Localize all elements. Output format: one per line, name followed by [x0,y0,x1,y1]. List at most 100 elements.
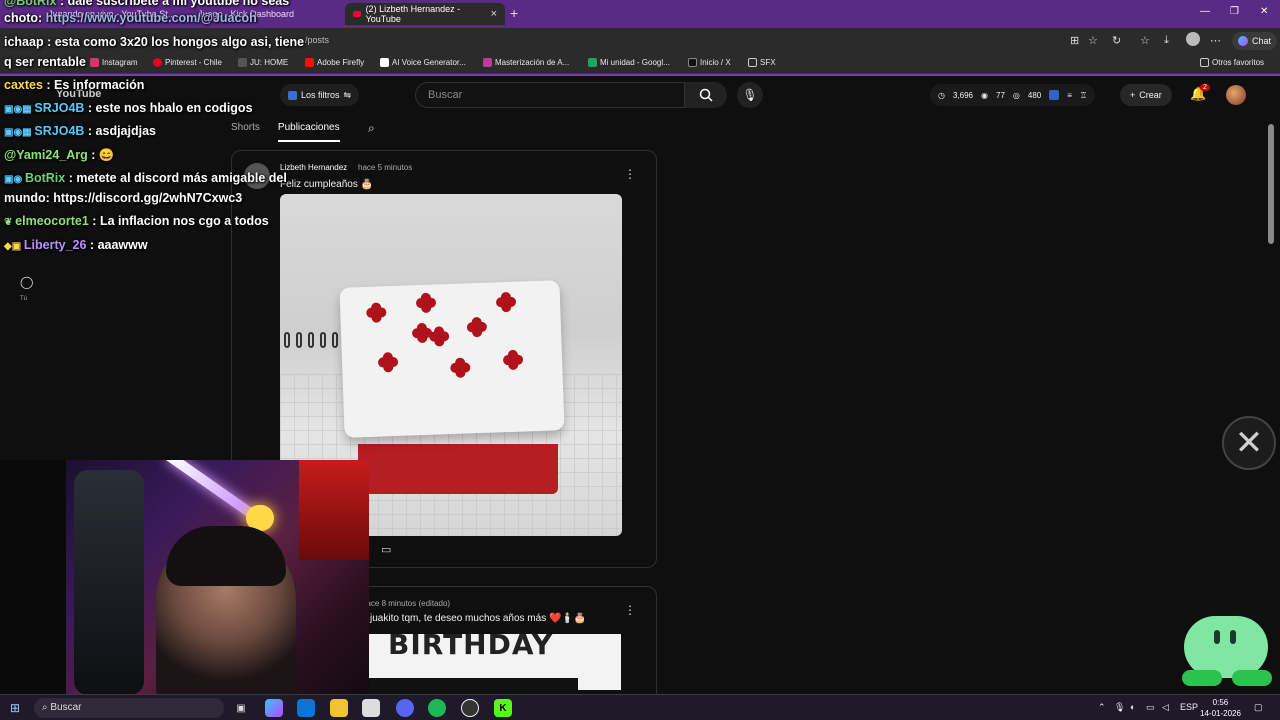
taskbar-clock[interactable]: 0:56 14-01-2026 [1200,697,1241,719]
ju-icon [238,58,247,67]
maximize-button[interactable]: ❐ [1230,6,1239,17]
notification-badge: 2 [1200,84,1210,91]
other-favorites[interactable]: Otros favoritos [1200,58,1264,67]
filters-button[interactable]: Los filtros ⇋ [280,84,360,106]
bookmark-ju-home[interactable]: JU: HOME [238,58,288,67]
app-icon[interactable]: ⊞ [1070,34,1079,47]
chat-username: SRJO4B [34,124,85,138]
x-icon [688,58,697,67]
post-author[interactable]: Lizbeth Hernandez [280,163,347,172]
windows-start-icon[interactable]: ⊞ [10,701,20,715]
profile-icon[interactable] [1186,32,1200,46]
channel-stats: ◷ 3,696 ◉ 77 ◎ 480 ≡ ♖ [930,84,1096,106]
flower-decoration [499,295,513,309]
bookmark-label: JU: HOME [250,58,289,67]
flower-decoration [415,326,429,340]
create-button[interactable]: + Crear [1120,84,1172,106]
chat-message: ▣◉▦ SRJO4B : asdjajdjas [4,124,156,138]
chat-message: mundo: https://discord.gg/2whN7Cxwc3 [4,191,242,205]
bookmark-masterizacion[interactable]: Masterización de A... [483,58,569,67]
account-avatar[interactable] [1226,85,1246,105]
copilot-chat-button[interactable]: Chat [1232,32,1278,50]
tab-publicaciones[interactable]: Publicaciones [277,122,340,142]
tab-lizbeth-youtube[interactable]: (2) Lizbeth Hernandez - YouTube × [345,3,505,25]
tab-shorts[interactable]: Shorts [231,122,260,142]
close-tab-icon[interactable]: × [491,8,497,20]
notifications-tray-icon[interactable]: ▢ [1254,702,1263,713]
mic-tray-icon[interactable]: 🎙 [1114,702,1125,713]
taskbar-search[interactable]: ⌕ Buscar [34,698,224,718]
file-explorer-icon[interactable] [330,699,348,717]
copilot-app-icon[interactable] [265,699,283,717]
bookmark-sfx[interactable]: SFX [748,58,776,67]
post-time: hace 5 minutos [358,163,413,172]
views-count: 3,696 [952,90,974,100]
instagram-icon [90,58,99,67]
voice-search-button[interactable]: 🎙 [737,82,763,108]
gaming-chair [74,470,144,695]
kirby-body [1184,616,1268,678]
discord-app-icon[interactable] [396,699,414,717]
you-icon[interactable]: ◯ [20,275,33,289]
post-menu-icon[interactable]: ⋮ [624,167,636,181]
kick-app-icon[interactable]: K [494,699,512,717]
minimize-button[interactable]: — [1200,6,1210,17]
network-tray-icon[interactable]: ▭ [1146,702,1155,713]
webcam-overlay [0,460,369,695]
url-field[interactable]: /posts [305,35,329,45]
channel-tabs: Shorts Publicaciones [231,122,340,142]
bookmark-pinterest[interactable]: Pinterest - Chile [153,58,222,67]
task-view-icon[interactable]: ▣ [232,699,250,717]
favorites-icon[interactable]: ☆ [1140,34,1150,47]
obs-app-icon[interactable] [461,699,479,717]
chat-link[interactable]: https://www.youtube.com/@Juacoh [46,11,257,25]
bookmark-label: Adobe Firefly [317,58,365,67]
search-icon [699,88,713,102]
post-menu-icon[interactable]: ⋮ [624,603,636,617]
star-icon[interactable]: ☆ [1088,34,1098,47]
scrollbar[interactable] [1268,124,1274,244]
bookmark-x[interactable]: Inicio / X [688,58,731,67]
download-icon[interactable]: ⤓ [1164,34,1169,47]
chat-text: este nos hbalo en codigos [95,101,253,115]
pinterest-icon [153,58,162,67]
search-input[interactable]: Buscar [415,82,685,108]
chat-badges: ▣◉▦ [4,104,35,115]
more-icon[interactable]: ⋯ [1210,34,1221,47]
search-button[interactable] [685,82,727,108]
list-icon[interactable]: ≡ [1067,91,1072,100]
refresh-icon[interactable]: ↻ [1112,34,1121,47]
store-app-icon[interactable] [362,699,380,717]
microphone-icon: 🎙 [742,88,758,102]
screen: Jugando en vivo - YouTube St... Juego - … [0,0,1280,720]
birthday-image[interactable]: BIRTHDAY [368,634,621,690]
close-window-button[interactable]: ✕ [1260,6,1268,17]
webcam-feed [66,460,369,695]
bookmark-instagram[interactable]: Instagram [90,58,138,67]
spotify-app-icon[interactable] [428,699,446,717]
chat-text: metete al discord más amigable del [76,171,287,185]
bookmark-ai-voice[interactable]: AI Voice Generator... [380,58,466,67]
volume-tray-icon[interactable]: ◁ [1162,702,1169,713]
tray-chevron-icon[interactable]: ⌃ [1098,702,1106,713]
audio-tray-icon[interactable]: ◐ [1130,702,1135,712]
red-light [299,460,369,560]
flower-decoration [381,356,395,369]
new-tab-button[interactable]: + [510,5,518,21]
trophy-icon[interactable]: ♖ [1080,91,1087,100]
channel-search-icon[interactable]: ⌕ [368,121,375,136]
bookmark-label: SFX [760,58,776,67]
folder-icon [1200,58,1209,67]
cake-top [339,280,565,438]
language-indicator[interactable]: ESP [1180,702,1198,712]
chat-text: 😄 [98,148,115,162]
comment-icon[interactable]: ▭ [381,543,391,556]
chat-username: ichaap [4,35,44,49]
chat-username: SRJO4B [34,101,85,115]
folder-icon [748,58,757,67]
x-logo-widget[interactable]: ✕ [1222,416,1276,470]
edge-app-icon[interactable] [297,699,315,717]
extension-icon[interactable] [1049,90,1060,100]
bookmark-google-drive[interactable]: Mi unidad - Googl... [588,58,670,67]
bookmark-adobe-firefly[interactable]: Adobe Firefly [305,58,364,67]
